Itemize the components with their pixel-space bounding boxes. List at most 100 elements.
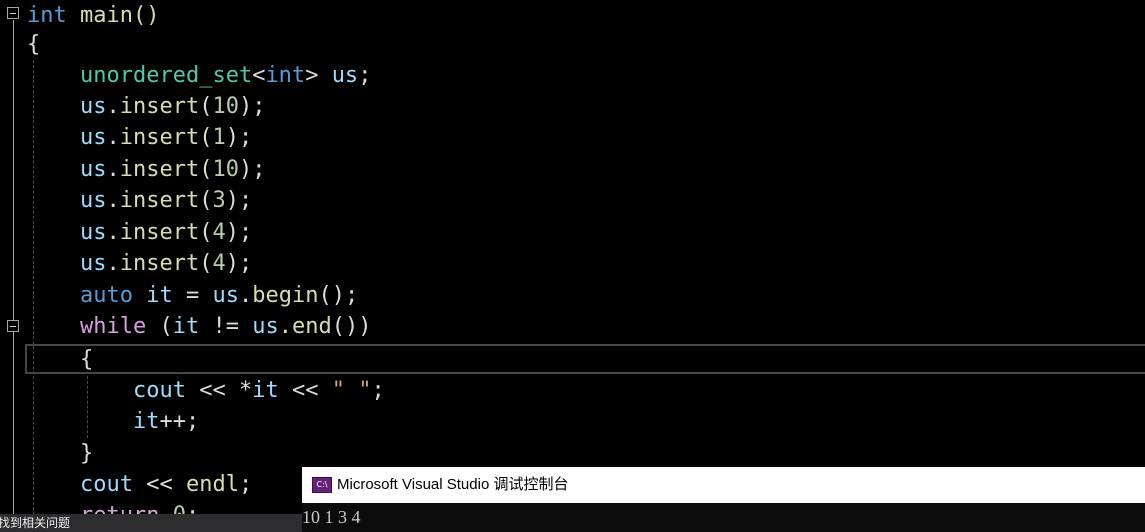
code-token: );: [225, 251, 253, 276]
code-text: unordered_set<int> us;: [80, 60, 371, 91]
code-token: insert: [119, 188, 200, 213]
code-token: .: [106, 157, 120, 182]
code-token: endl: [185, 472, 239, 497]
code-token: ++;: [159, 409, 200, 434]
console-titlebar[interactable]: C:\ Microsoft Visual Studio 调试控制台: [302, 467, 1145, 503]
code-token: us: [80, 94, 107, 119]
code-token: ();: [318, 283, 359, 308]
code-text: auto it = us.begin();: [80, 280, 358, 311]
code-text: us.insert(1);: [80, 122, 252, 153]
code-token: .: [106, 251, 120, 276]
code-token: int: [27, 3, 67, 28]
code-token: ;: [358, 63, 372, 88]
code-line[interactable]: unordered_set<int> us;: [0, 60, 1145, 91]
code-token: 3: [212, 188, 226, 213]
code-token: it: [252, 378, 279, 403]
code-token: us: [80, 188, 107, 213]
code-line[interactable]: it++;: [0, 406, 1145, 437]
code-line[interactable]: us.insert(3);: [0, 185, 1145, 216]
code-token: .: [106, 220, 120, 245]
code-text: {: [80, 344, 93, 375]
code-token: " ": [331, 378, 372, 403]
code-token: cout: [80, 472, 133, 497]
code-token: (: [199, 188, 213, 213]
code-token: <<: [278, 378, 332, 403]
code-token: );: [225, 125, 253, 150]
code-line[interactable]: int main(): [0, 0, 1145, 31]
code-text: us.insert(10);: [80, 91, 265, 122]
code-text: us.insert(4);: [80, 217, 252, 248]
code-token: insert: [119, 220, 200, 245]
code-token: us: [80, 220, 107, 245]
code-line[interactable]: us.insert(10);: [0, 154, 1145, 185]
code-line[interactable]: us.insert(1);: [0, 122, 1145, 153]
code-line[interactable]: {: [0, 344, 1145, 375]
console-title: Microsoft Visual Studio 调试控制台: [337, 476, 569, 493]
code-token: us: [331, 63, 359, 88]
code-text: {: [27, 29, 40, 60]
debug-console-window[interactable]: C:\ Microsoft Visual Studio 调试控制台 10 1 3…: [302, 467, 1145, 532]
code-line[interactable]: while (it != us.end()): [0, 311, 1145, 342]
code-token: int: [265, 63, 306, 88]
code-line[interactable]: us.insert(4);: [0, 217, 1145, 248]
code-editor[interactable]: int main(){unordered_set<int> us; us.inse…: [0, 0, 1145, 532]
code-token: ;: [371, 378, 385, 403]
code-token: 4: [212, 251, 226, 276]
code-token: cout: [133, 378, 186, 403]
code-line[interactable]: us.insert(4);: [0, 248, 1145, 279]
status-bar: 找到相关问题: [0, 514, 302, 532]
code-token: << *: [185, 378, 253, 403]
code-token: insert: [119, 125, 200, 150]
code-text: us.insert(10);: [80, 154, 265, 185]
code-token: main(): [66, 3, 160, 28]
code-token: 10: [212, 157, 239, 182]
code-token: <: [252, 63, 266, 88]
code-text: int main(): [27, 0, 159, 31]
code-token: 4: [212, 220, 226, 245]
code-text: cout << *it << " ";: [133, 375, 385, 406]
code-token: us: [80, 125, 107, 150]
code-line[interactable]: us.insert(10);: [0, 91, 1145, 122]
code-token: insert: [119, 157, 200, 182]
code-token: (: [199, 251, 213, 276]
code-token: 1: [212, 125, 226, 150]
code-token: (: [146, 314, 173, 339]
code-token: }: [80, 441, 94, 466]
code-text: us.insert(3);: [80, 185, 252, 216]
code-token: =: [172, 283, 213, 308]
code-token: insert: [119, 94, 200, 119]
code-token: !=: [199, 314, 253, 339]
code-token: us: [80, 251, 107, 276]
code-token: us: [80, 157, 107, 182]
code-token: <<: [132, 472, 186, 497]
code-token: {: [27, 32, 41, 57]
code-token: (: [199, 220, 213, 245]
code-token: while: [80, 314, 147, 339]
code-token: );: [225, 220, 253, 245]
code-text: }: [80, 438, 93, 469]
code-token: {: [80, 347, 94, 372]
code-token: (: [199, 157, 213, 182]
code-token: us: [252, 314, 279, 339]
code-token: ;: [238, 472, 253, 497]
code-token: );: [225, 188, 253, 213]
code-text: it++;: [133, 406, 199, 437]
code-line[interactable]: auto it = us.begin();: [0, 280, 1145, 311]
code-token: us: [212, 283, 239, 308]
code-token: ()): [331, 314, 372, 339]
code-line[interactable]: }: [0, 438, 1145, 469]
code-token: (: [199, 125, 213, 150]
console-app-icon: C:\: [312, 477, 332, 493]
code-token: end: [291, 314, 332, 339]
code-token: unordered_set: [80, 63, 253, 88]
code-text: cout << endl;: [80, 469, 252, 500]
code-token: .: [238, 283, 253, 308]
code-text: while (it != us.end()): [80, 311, 371, 342]
code-line[interactable]: {: [0, 29, 1145, 60]
code-token: it: [146, 283, 173, 308]
code-token: it: [133, 409, 160, 434]
code-token: it: [172, 314, 200, 339]
console-output: 10 1 3 4: [302, 507, 361, 527]
code-line[interactable]: cout << *it << " ";: [0, 375, 1145, 406]
code-token: .: [106, 94, 120, 119]
